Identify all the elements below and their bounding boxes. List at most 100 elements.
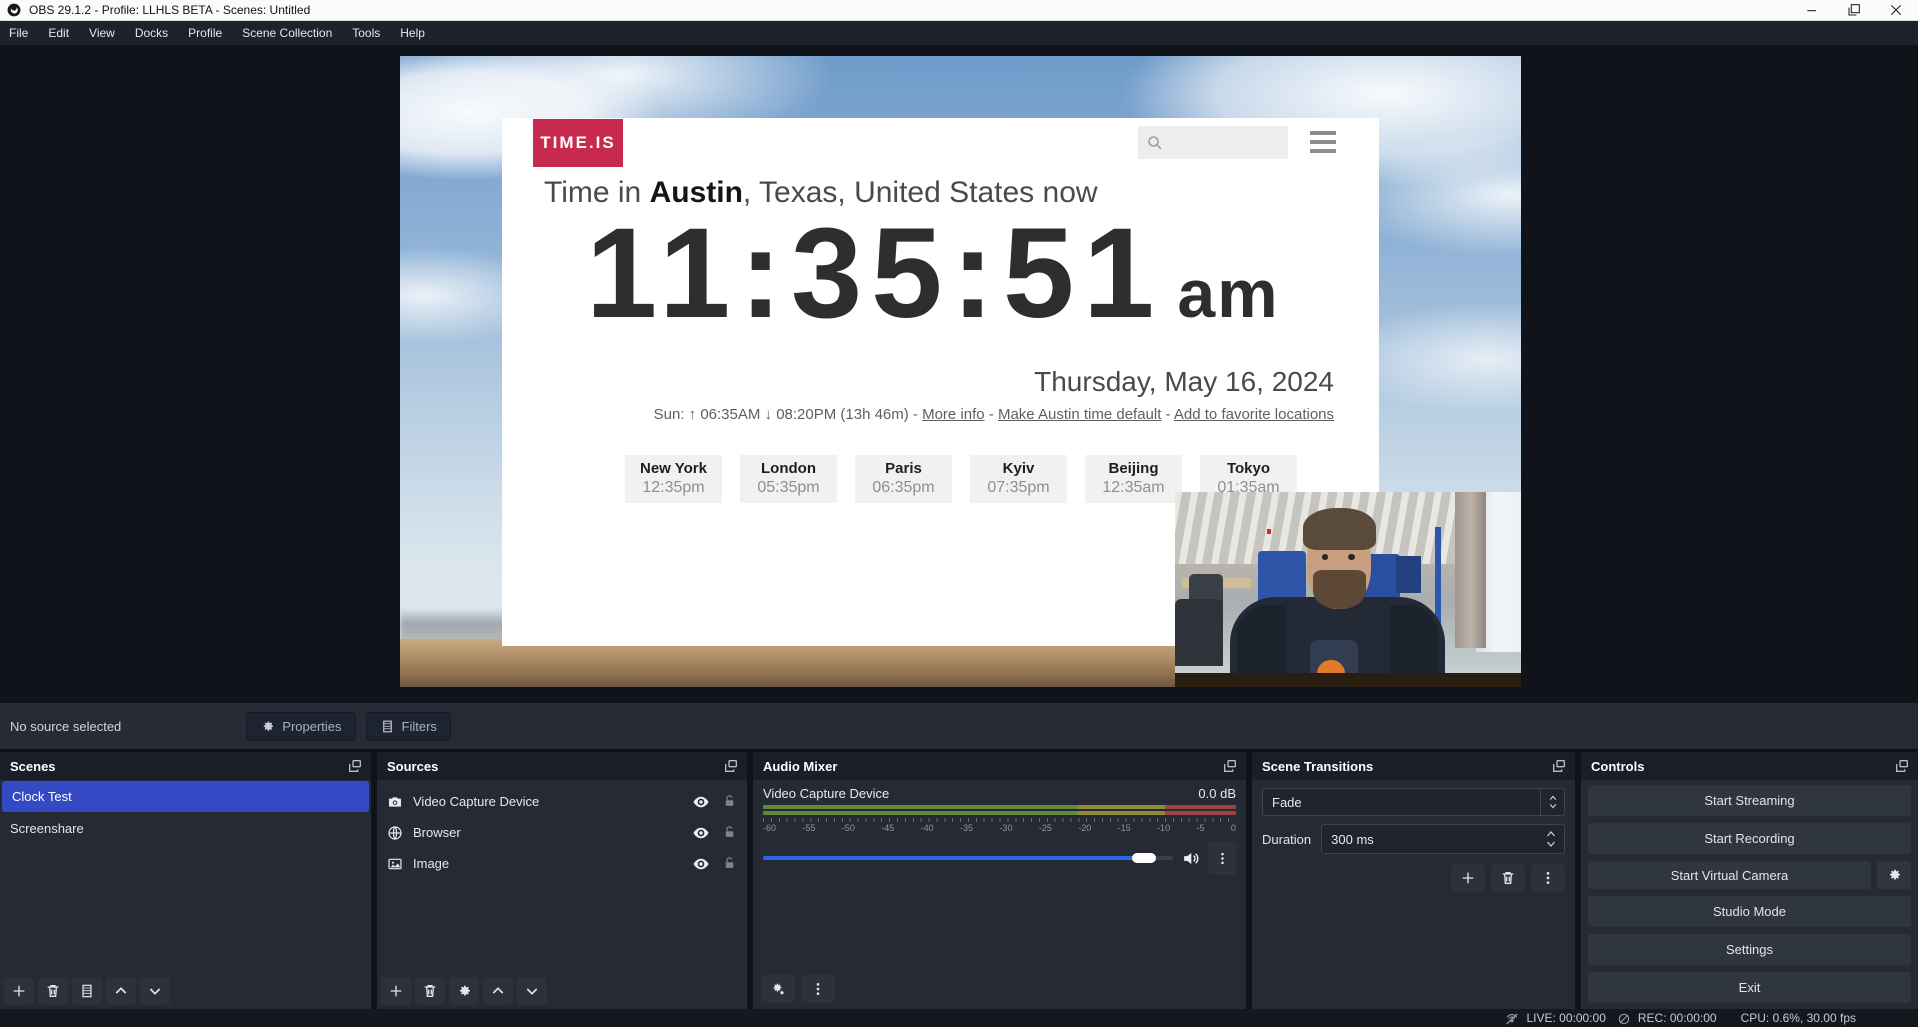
menu-tools[interactable]: Tools: [342, 21, 390, 45]
remove-scene-button[interactable]: [38, 977, 68, 1005]
audio-mixer-header: Audio Mixer: [753, 752, 1246, 780]
scene-item-screenshare[interactable]: Screenshare: [0, 813, 371, 844]
mixer-channel-name: Video Capture Device: [763, 786, 889, 801]
scenes-panel: Scenes Clock Test Screenshare: [0, 752, 371, 1009]
transition-menu-button[interactable]: [1531, 864, 1565, 892]
city-london: London05:35pm: [740, 455, 837, 503]
clock-digits: 11:35:51: [586, 204, 1163, 345]
spin-up-icon[interactable]: [1545, 829, 1557, 839]
source-item-browser[interactable]: Browser: [377, 817, 747, 848]
transition-select[interactable]: Fade: [1262, 788, 1565, 816]
scene-item-clock-test[interactable]: Clock Test: [2, 781, 369, 812]
meter-tickmarks: [763, 818, 1236, 822]
transition-selected-value: Fade: [1263, 789, 1540, 815]
add-scene-button[interactable]: [4, 977, 34, 1005]
speaker-icon[interactable]: [1181, 849, 1200, 868]
exit-button[interactable]: Exit: [1587, 971, 1912, 1004]
title-bar: OBS 29.1.2 - Profile: LLHLS BETA - Scene…: [0, 0, 1918, 21]
add-source-button[interactable]: [381, 977, 411, 1005]
source-item-video-capture[interactable]: Video Capture Device: [377, 786, 747, 817]
menu-help[interactable]: Help: [390, 21, 435, 45]
duration-label: Duration: [1262, 832, 1311, 847]
properties-label: Properties: [282, 719, 341, 734]
popout-icon[interactable]: [1222, 758, 1238, 774]
menu-profile[interactable]: Profile: [178, 21, 232, 45]
scene-transitions-panel: Scene Transitions Fade Duration 300 ms: [1252, 752, 1575, 1009]
volume-slider-handle[interactable]: [1132, 853, 1156, 863]
properties-button[interactable]: Properties: [246, 712, 355, 741]
webcam-pillar: [1455, 492, 1486, 648]
make-default-link: Make Austin time default: [998, 406, 1161, 423]
unlock-icon[interactable]: [722, 856, 737, 871]
mixer-db-value: 0.0 dB: [1198, 786, 1236, 801]
spin-down-icon[interactable]: [1545, 839, 1557, 849]
volume-slider[interactable]: [763, 856, 1173, 860]
scenes-title: Scenes: [10, 759, 56, 774]
visibility-eye-icon[interactable]: [692, 855, 710, 873]
menu-scene-collection[interactable]: Scene Collection: [232, 21, 342, 45]
source-properties-button[interactable]: [449, 977, 479, 1005]
move-source-down-button[interactable]: [517, 977, 547, 1005]
add-favorite-link: Add to favorite locations: [1174, 406, 1334, 423]
unlock-icon[interactable]: [722, 794, 737, 809]
popout-icon[interactable]: [1894, 758, 1910, 774]
controls-title: Controls: [1591, 759, 1644, 774]
move-source-up-button[interactable]: [483, 977, 513, 1005]
start-recording-button[interactable]: Start Recording: [1587, 822, 1912, 855]
remove-source-button[interactable]: [415, 977, 445, 1005]
webcam-bottom-edge: [1175, 673, 1521, 687]
volume-meter: [763, 811, 1236, 815]
timeis-sun-info: Sun: ↑ 06:35AM ↓ 08:20PM (13h 46m) - Mor…: [654, 406, 1334, 423]
timeis-search-box: [1138, 126, 1288, 159]
remove-transition-button[interactable]: [1491, 864, 1525, 892]
scene-canvas[interactable]: TIME.IS Time in Austin, Texas, United St…: [400, 56, 1521, 687]
start-virtual-camera-button[interactable]: Start Virtual Camera: [1587, 860, 1872, 891]
menu-file[interactable]: File: [0, 21, 38, 45]
restore-button[interactable]: [1846, 2, 1862, 18]
settings-button[interactable]: Settings: [1587, 933, 1912, 966]
combo-spinner-icons[interactable]: [1540, 789, 1564, 815]
scene-filters-button[interactable]: [72, 977, 102, 1005]
menu-docks[interactable]: Docks: [125, 21, 178, 45]
add-transition-button[interactable]: [1451, 864, 1485, 892]
gear-icon: [260, 719, 275, 734]
popout-icon[interactable]: [347, 758, 363, 774]
advanced-audio-button[interactable]: [761, 975, 795, 1003]
menu-view[interactable]: View: [79, 21, 125, 45]
record-inactive-icon: [1616, 1011, 1632, 1025]
sources-panel: Sources Video Capture Device Browser: [377, 752, 747, 1009]
move-scene-down-button[interactable]: [140, 977, 170, 1005]
audio-mixer-panel: Audio Mixer Video Capture Device 0.0 dB …: [753, 752, 1246, 1009]
source-item-image[interactable]: Image: [377, 848, 747, 879]
popout-icon[interactable]: [1551, 758, 1567, 774]
filters-button[interactable]: Filters: [366, 712, 451, 741]
visibility-eye-icon[interactable]: [692, 793, 710, 811]
source-label: Video Capture Device: [413, 794, 539, 809]
sources-title: Sources: [387, 759, 438, 774]
obs-logo-icon: [7, 3, 21, 17]
city-paris: Paris06:35pm: [855, 455, 952, 503]
virtual-camera-settings-button[interactable]: [1876, 860, 1912, 891]
visibility-eye-icon[interactable]: [692, 824, 710, 842]
webcam-exit-sign: [1267, 529, 1271, 534]
studio-mode-button[interactable]: Studio Mode: [1587, 895, 1912, 928]
hamburger-menu-icon: [1310, 131, 1336, 153]
mixer-channel-menu-button[interactable]: [1208, 841, 1236, 875]
scene-transitions-title: Scene Transitions: [1262, 759, 1373, 774]
person-eye: [1348, 554, 1355, 560]
popout-icon[interactable]: [723, 758, 739, 774]
minimize-button[interactable]: [1804, 2, 1820, 18]
search-icon: [1146, 134, 1164, 152]
preview-area: TIME.IS Time in Austin, Texas, United St…: [0, 45, 1918, 703]
controls-panel: Controls Start Streaming Start Recording…: [1581, 752, 1918, 1009]
menu-bar: File Edit View Docks Profile Scene Colle…: [0, 21, 1918, 45]
city-kyiv: Kyiv07:35pm: [970, 455, 1067, 503]
filters-label: Filters: [402, 719, 437, 734]
start-streaming-button[interactable]: Start Streaming: [1587, 784, 1912, 817]
duration-spinbox[interactable]: 300 ms: [1321, 824, 1565, 854]
unlock-icon[interactable]: [722, 825, 737, 840]
close-button[interactable]: [1888, 2, 1904, 18]
menu-edit[interactable]: Edit: [38, 21, 79, 45]
move-scene-up-button[interactable]: [106, 977, 136, 1005]
mixer-menu-button[interactable]: [801, 975, 835, 1003]
